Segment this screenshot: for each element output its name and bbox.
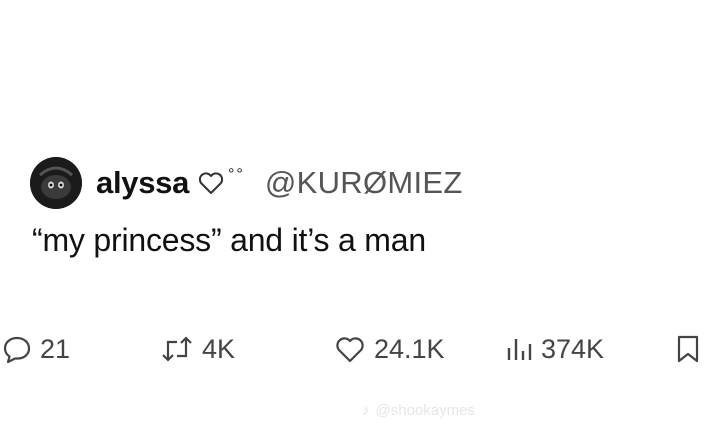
- bookmark-icon: [677, 335, 699, 363]
- views-bar-chart-icon: [507, 339, 532, 360]
- like-count: 24.1K: [374, 333, 445, 364]
- repost-arrows-icon: [162, 336, 192, 362]
- tweet-card: alyssa °° @KURØMIEZ “my princess” and it…: [0, 0, 720, 432]
- reply-count: 21: [40, 333, 71, 364]
- watermark: ♪ @shookaymes: [362, 402, 475, 419]
- repost-button[interactable]: 4K: [160, 327, 235, 371]
- avatar-image: [30, 157, 82, 209]
- action-bar: 21 4K 24.1K 374K: [0, 327, 720, 371]
- tweet-text: “my princess” and it’s a man: [32, 222, 426, 258]
- reply-bubble-icon: [3, 336, 31, 364]
- decoration-dots: °°: [228, 166, 245, 183]
- repost-count: 4K: [202, 333, 236, 364]
- view-count: 374K: [541, 333, 605, 364]
- like-button[interactable]: 24.1K: [334, 327, 445, 371]
- reply-button[interactable]: 21: [2, 327, 70, 371]
- author-handle[interactable]: @KURØMIEZ: [265, 165, 463, 201]
- watermark-text: @shookaymes: [375, 402, 475, 419]
- views-button[interactable]: 374K: [505, 327, 604, 371]
- heart-icon: [336, 337, 364, 363]
- name-decoration: °°: [197, 166, 245, 196]
- author-name[interactable]: alyssa: [96, 165, 189, 201]
- music-note-icon: ♪: [362, 402, 370, 419]
- heart-outline-icon: [198, 172, 224, 194]
- avatar[interactable]: [30, 157, 82, 209]
- bookmark-button[interactable]: [675, 327, 701, 371]
- tweet-header: alyssa °° @KURØMIEZ: [30, 155, 463, 211]
